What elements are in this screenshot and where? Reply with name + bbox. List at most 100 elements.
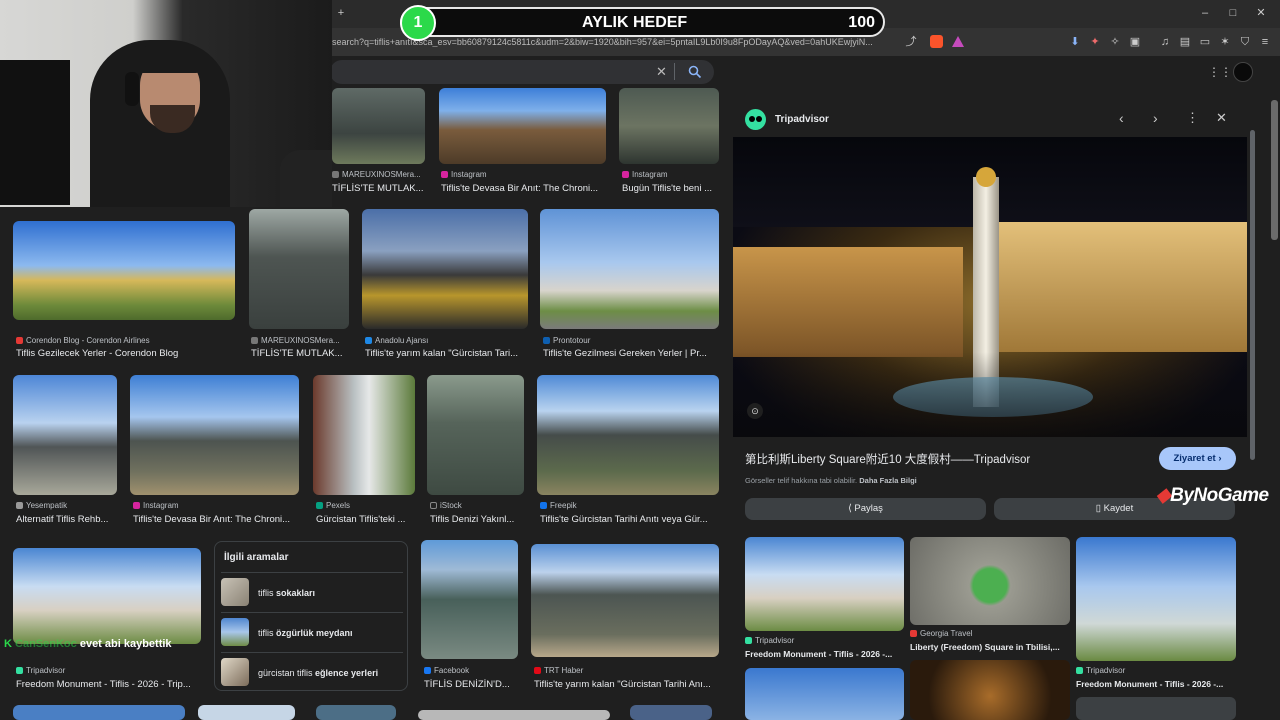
wallet-icon[interactable]: ▭ (1198, 35, 1212, 49)
download-icon[interactable]: ⬇ (1068, 35, 1082, 49)
tripadvisor-icon (745, 637, 752, 644)
avatar[interactable] (1233, 62, 1253, 82)
result-source: Instagram (133, 501, 299, 510)
result-image[interactable] (198, 705, 295, 720)
related-image[interactable] (745, 537, 904, 631)
related-label: tiflis sokakları (258, 588, 316, 598)
result-image[interactable] (540, 209, 719, 329)
related-title[interactable]: Freedom Monument - Tiflis - 2026 -... (1076, 679, 1236, 689)
result-image[interactable] (439, 88, 606, 164)
result-title[interactable]: Tiflis'te yarım kalan "Gürcistan Tarihi … (534, 679, 719, 690)
result-image[interactable] (630, 705, 712, 720)
result-title[interactable]: Alternatif Tiflis Rehb... (16, 514, 117, 525)
media-icon[interactable]: ♫ (1158, 35, 1172, 49)
result-image[interactable] (13, 705, 185, 720)
result-image[interactable] (362, 209, 528, 329)
result-title[interactable]: Tiflis'te Gürcistan Tarihi Anıtı veya Gü… (540, 514, 719, 525)
maximize-icon[interactable]: □ (1226, 6, 1240, 20)
related-search-item[interactable]: gürcistan tiflis eğlence yerleri (221, 652, 403, 688)
trt-icon (534, 667, 541, 674)
next-icon[interactable]: › (1153, 110, 1158, 126)
sidebar-icon[interactable]: ▤ (1178, 35, 1192, 49)
vpn-icon[interactable]: ⛉ (1238, 35, 1252, 49)
goal-title: AYLIK HEDEF (582, 14, 688, 31)
result-image[interactable] (531, 544, 719, 657)
result-title[interactable]: Tiflis'te Gezilmesi Gereken Yerler | Pr.… (543, 348, 719, 359)
close-panel-icon[interactable]: ✕ (1216, 110, 1227, 126)
rewards-icon[interactable] (952, 36, 964, 47)
result-title[interactable]: TİFLİS'TE MUTLAK... (251, 348, 349, 359)
visit-button[interactable]: Ziyaret et › (1159, 447, 1236, 470)
scrollbar[interactable] (1271, 100, 1278, 240)
pexels-icon (316, 502, 323, 509)
result-title[interactable]: TİFLİS'TE MUTLAK... (332, 183, 425, 194)
related-title: İlgili aramalar (224, 552, 289, 563)
result-image[interactable] (316, 705, 396, 720)
result-image[interactable] (13, 548, 201, 644)
more-options-icon[interactable]: ⋮ (1186, 110, 1199, 126)
result-title[interactable]: TİFLİS DENİZİN'D... (424, 679, 518, 690)
puzzle-icon[interactable]: ✧ (1108, 35, 1122, 49)
related-title[interactable]: Liberty (Freedom) Square in Tbilisi,... (910, 642, 1070, 652)
result-title[interactable]: Tiflis'te Devasa Bir Anıt: The Chroni... (133, 514, 299, 525)
search-input[interactable]: ✕ (330, 60, 714, 84)
related-search-item[interactable]: tiflis özgürlük meydanı (221, 612, 403, 648)
share-button[interactable]: ⟨ Paylaş (745, 498, 986, 520)
related-title[interactable]: Freedom Monument - Tiflis - 2026 -... (745, 649, 904, 659)
result-image[interactable] (421, 540, 518, 659)
new-tab-icon[interactable]: + (334, 6, 348, 20)
result-title[interactable]: Tiflis Gezilecek Yerler - Corendon Blog (16, 348, 236, 359)
close-window-icon[interactable]: ✕ (1254, 6, 1268, 20)
source-favicon-icon (251, 337, 258, 344)
extension-icon[interactable]: ✦ (1088, 35, 1102, 49)
clear-search-icon[interactable]: ✕ (656, 64, 667, 80)
more-info-link[interactable]: Daha Fazla Bilgi (859, 476, 917, 485)
leo-ai-icon[interactable]: ✶ (1218, 35, 1232, 49)
result-image[interactable] (13, 221, 235, 320)
result-title[interactable]: Tiflis'te yarım kalan "Gürcistan Tari... (365, 348, 528, 359)
related-image[interactable] (910, 660, 1070, 720)
related-image[interactable] (1076, 697, 1236, 720)
result-title[interactable]: Tiflis Denizi Yakınl... (430, 514, 524, 525)
previous-icon[interactable]: ‹ (1119, 110, 1124, 126)
minimize-icon[interactable]: – (1198, 6, 1212, 20)
result-image[interactable] (332, 88, 425, 164)
related-thumb (221, 658, 249, 686)
source-favicon-icon (332, 171, 339, 178)
search-icon[interactable] (688, 65, 702, 79)
result-image[interactable] (427, 375, 524, 495)
screenshot-icon[interactable]: ▣ (1128, 35, 1142, 49)
result-image[interactable] (313, 375, 415, 495)
result-image[interactable] (537, 375, 719, 495)
goal-count: 1 (400, 5, 436, 41)
preview-image[interactable]: ⊙ (733, 137, 1247, 437)
result-title[interactable]: Bugün Tiflis'te beni ... (622, 183, 719, 194)
apps-grid-icon[interactable]: ⋮⋮ (1208, 66, 1232, 78)
brave-shield-icon[interactable] (930, 35, 943, 48)
result-title[interactable]: Gürcistan Tiflis'teki ... (316, 514, 415, 525)
related-thumb (221, 618, 249, 646)
related-image[interactable] (1076, 537, 1236, 661)
result-source: Anadolu Ajansı (365, 336, 528, 345)
share-page-icon[interactable]: ⤴ (904, 35, 918, 49)
chat-message: K CanSenKoc evet abi kaybettik (4, 638, 206, 652)
flame-icon: ◆ (1156, 485, 1171, 506)
result-title[interactable]: Tiflis'te Devasa Bir Anıt: The Chroni... (441, 183, 606, 194)
related-image[interactable] (745, 668, 904, 720)
result-image[interactable] (130, 375, 299, 495)
result-image[interactable] (619, 88, 719, 164)
panel-scrollbar[interactable] (1250, 100, 1256, 720)
related-image[interactable] (910, 537, 1070, 625)
lens-icon[interactable]: ⊙ (747, 403, 763, 419)
related-search-item[interactable]: tiflis sokakları (221, 572, 403, 608)
result-source: Tripadvisor (16, 666, 206, 675)
result-title[interactable]: Freedom Monument - Tiflis - 2026 - Trip.… (16, 679, 206, 690)
result-image[interactable] (418, 710, 610, 720)
panel-source[interactable]: Tripadvisor (775, 114, 829, 125)
menu-icon[interactable]: ≡ (1258, 35, 1272, 49)
panel-title[interactable]: 第比利斯Liberty Square附近10 大度假村——Tripadvisor (745, 451, 1145, 467)
result-image[interactable] (249, 209, 349, 329)
result-image[interactable] (13, 375, 117, 495)
copyright-note: Görseller telif hakkına tabi olabilir. D… (745, 476, 917, 485)
related-label: tiflis özgürlük meydanı (258, 628, 353, 638)
